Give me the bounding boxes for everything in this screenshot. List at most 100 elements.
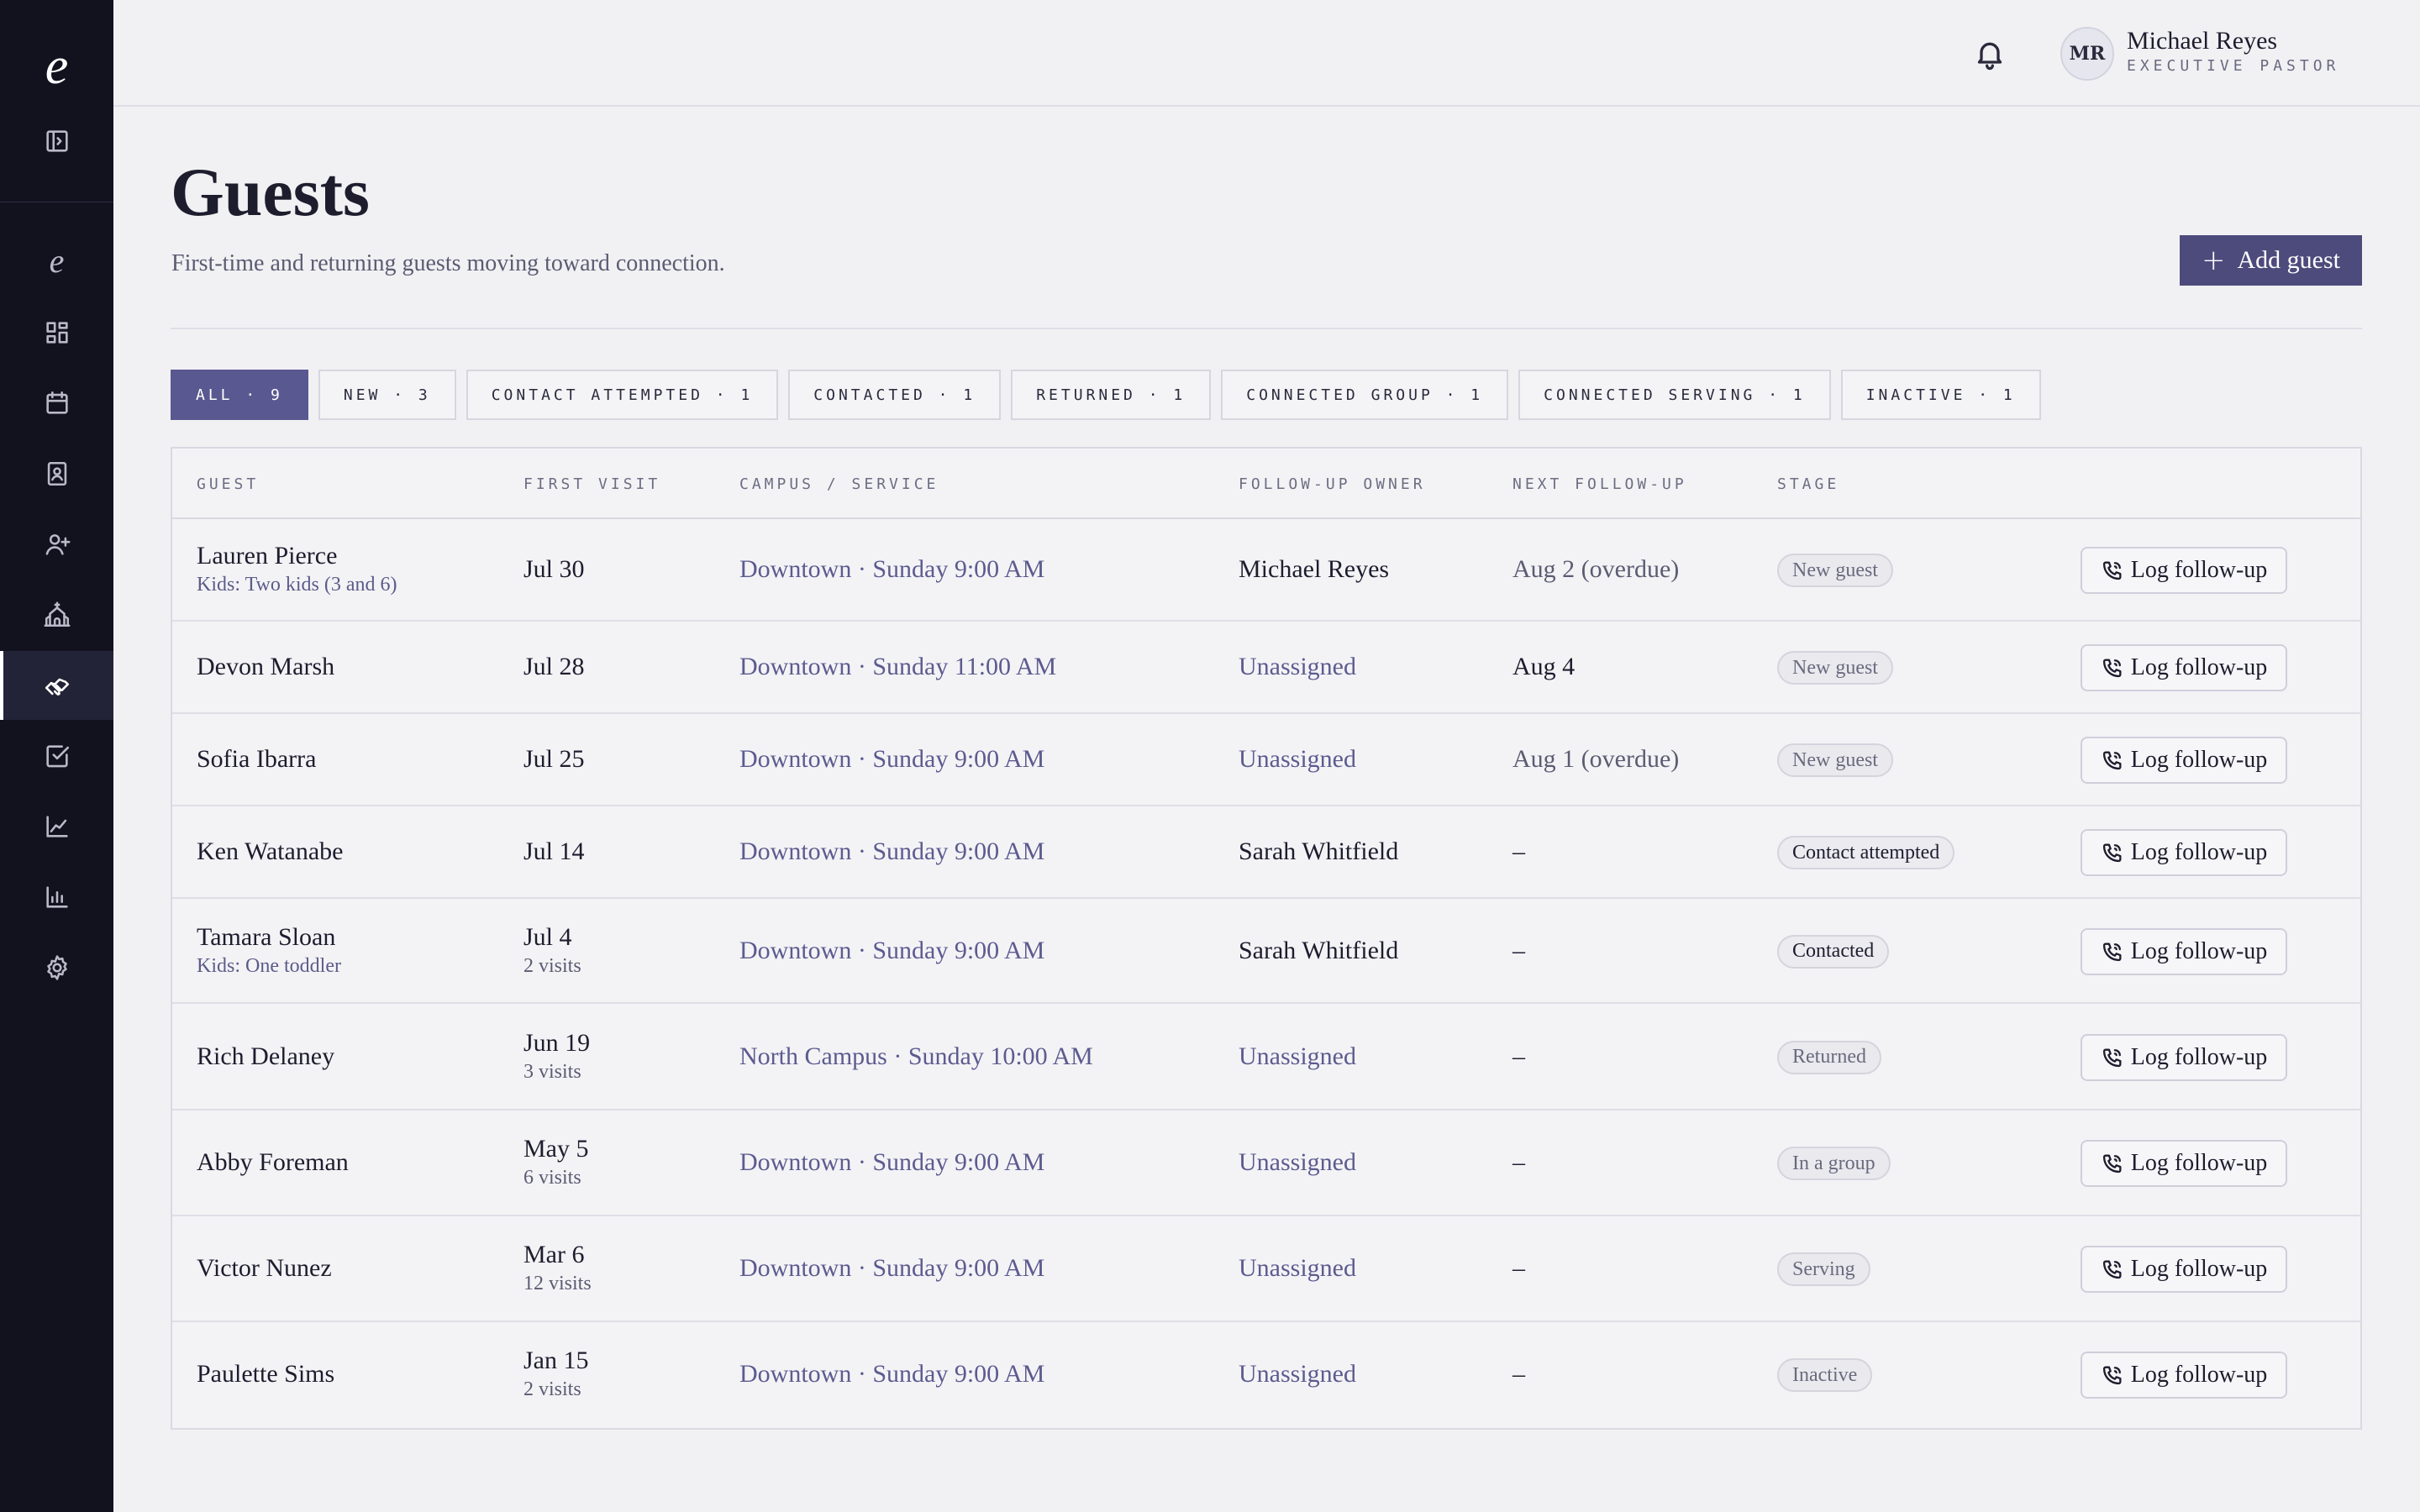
phone-icon (2101, 656, 2124, 680)
log-follow-up-button[interactable]: Log follow-up (2081, 737, 2287, 784)
log-follow-up-button[interactable]: Log follow-up (2081, 927, 2287, 975)
phone-icon (2101, 1152, 2124, 1175)
next-follow-up: – (1512, 837, 1525, 865)
guest-name[interactable]: Abby Foreman (197, 1148, 349, 1177)
campus-service: Downtown · Sunday 9:00 AM (739, 1148, 1045, 1176)
filter-chip-all[interactable]: ALL · 9 (171, 370, 308, 420)
stage-badge: Contact attempted (1777, 836, 1955, 869)
table-row[interactable]: Devon Marsh Jul 28 Downtown · Sunday 11:00… (172, 622, 2360, 714)
add-person-icon (45, 534, 70, 555)
sidebar-item-add-person[interactable] (0, 510, 113, 579)
visit-count: 3 visits (523, 1060, 581, 1083)
bell-icon (1977, 42, 2002, 71)
first-visit-date: Jul 4 (523, 922, 572, 951)
table-row[interactable]: Rich Delaney Jun 19 3 visits North Campus ·… (172, 1004, 2360, 1110)
log-follow-up-button[interactable]: Log follow-up (2081, 547, 2287, 594)
phone-icon (2101, 559, 2124, 582)
sidebar-toggle-button[interactable] (0, 121, 113, 161)
phone-icon (2101, 841, 2124, 864)
header-divider (171, 328, 2362, 329)
guest-name[interactable]: Victor Nunez (197, 1254, 332, 1283)
first-visit-date: Jan 15 (523, 1347, 589, 1374)
dashboard-grid-icon (45, 322, 68, 344)
page-subtitle: First-time and returning guests moving t… (171, 250, 725, 276)
table-row[interactable]: Abby Foreman May 5 6 visits Downtown · Sund… (172, 1110, 2360, 1216)
table-row[interactable]: Lauren Pierce Kids: Two kids (3 and 6) Jul… (172, 519, 2360, 622)
sidebar-item-settings[interactable] (0, 933, 113, 1002)
next-follow-up: – (1512, 1042, 1525, 1070)
stage-badge: Contacted (1777, 934, 1890, 969)
next-follow-up: – (1512, 1254, 1525, 1282)
guest-name[interactable]: Sofia Ibarra (197, 745, 316, 774)
next-follow-up: – (1512, 1148, 1525, 1176)
guest-name[interactable]: Paulette Sims (197, 1360, 334, 1389)
column-header-campus[interactable]: CAMPUS / SERVICE (739, 475, 939, 493)
sidebar-item-trends[interactable] (0, 792, 113, 861)
page-title: Guests (171, 154, 370, 230)
follow-up-owner: Unassigned (1239, 1360, 1356, 1388)
guest-name[interactable]: Ken Watanabe (197, 837, 343, 866)
campus-service: Downtown · Sunday 9:00 AM (739, 555, 1045, 583)
user-role: EXECUTIVE PASTOR (2127, 57, 2340, 75)
avatar[interactable]: MR (2060, 27, 2114, 81)
sidebar-item-guests[interactable] (0, 651, 113, 720)
next-follow-up: Aug 1 (overdue) (1512, 745, 1680, 773)
stage-badge: Serving (1777, 1252, 1870, 1286)
notifications-button[interactable] (1973, 37, 2007, 71)
sidebar-item-dashboard[interactable] (0, 298, 113, 367)
bar-chart-icon (45, 886, 68, 908)
campus-service: Downtown · Sunday 9:00 AM (739, 837, 1045, 865)
guest-name[interactable]: Tamara Sloan (197, 923, 335, 952)
guest-kids-note: Kids: Two kids (3 and 6) (197, 574, 397, 596)
column-header-owner[interactable]: FOLLOW-UP OWNER (1239, 475, 1426, 493)
filter-chip-inactive[interactable]: INACTIVE · 1 (1840, 370, 2041, 420)
log-follow-up-button[interactable]: Log follow-up (2081, 1352, 2287, 1399)
filter-chip-new[interactable]: NEW · 3 (318, 370, 456, 420)
visit-count: 6 visits (523, 1167, 581, 1189)
filter-chip-contact-attempted[interactable]: CONTACT ATTEMPTED · 1 (466, 370, 779, 420)
follow-up-owner: Unassigned (1239, 1254, 1356, 1282)
add-guest-button[interactable]: + Add guest (2180, 235, 2362, 286)
visit-count: 2 visits (523, 954, 581, 977)
sidebar-item-home[interactable]: e (0, 227, 113, 296)
phone-icon (2101, 940, 2124, 963)
sidebar-item-church[interactable] (0, 580, 113, 649)
log-follow-up-button[interactable]: Log follow-up (2081, 1246, 2287, 1293)
campus-service: Downtown · Sunday 9:00 AM (739, 745, 1045, 773)
sidebar-item-reports[interactable] (0, 863, 113, 932)
table-row[interactable]: Ken Watanabe Jul 14 Downtown · Sunday 9:00… (172, 806, 2360, 899)
user-name[interactable]: Michael Reyes (2127, 27, 2277, 55)
table-row[interactable]: Paulette Sims Jan 15 2 visits Downtown · Su… (172, 1322, 2360, 1428)
table-row[interactable]: Sofia Ibarra Jul 25 Downtown · Sunday 9:00… (172, 714, 2360, 806)
table-row[interactable]: Tamara Sloan Kids: One toddler Jul 4 2 visi… (172, 899, 2360, 1004)
guest-name[interactable]: Lauren Pierce (197, 542, 337, 570)
column-header-guest[interactable]: GUEST (197, 475, 259, 493)
log-follow-up-button[interactable]: Log follow-up (2081, 1140, 2287, 1187)
first-visit-date: Jul 30 (523, 555, 585, 583)
column-header-stage[interactable]: STAGE (1777, 475, 1839, 493)
phone-icon (2101, 1257, 2124, 1281)
sidebar-item-calendar[interactable] (0, 369, 113, 438)
filter-chip-contacted[interactable]: CONTACTED · 1 (788, 370, 1002, 420)
table-row[interactable]: Victor Nunez Mar 6 12 visits Downtown · Sun… (172, 1216, 2360, 1322)
guests-table: GUEST FIRST VISIT CAMPUS / SERVICE FOLLO… (171, 447, 2362, 1430)
guest-kids-note: Kids: One toddler (197, 954, 341, 977)
sidebar-item-tasks[interactable] (0, 722, 113, 790)
guest-name[interactable]: Devon Marsh (197, 653, 334, 681)
column-header-first-visit[interactable]: FIRST VISIT (523, 475, 660, 493)
follow-up-owner: Unassigned (1239, 1042, 1356, 1070)
column-header-next-follow-up[interactable]: NEXT FOLLOW-UP (1512, 475, 1687, 493)
app-logo[interactable]: e (0, 37, 113, 96)
campus-service: Downtown · Sunday 11:00 AM (739, 653, 1057, 680)
log-follow-up-button[interactable]: Log follow-up (2081, 829, 2287, 876)
filter-chip-connected-group[interactable]: CONNECTED GROUP · 1 (1221, 370, 1509, 420)
sidebar-item-directory[interactable] (0, 439, 113, 508)
stage-badge: Inactive (1777, 1358, 1873, 1392)
filter-chip-returned[interactable]: RETURNED · 1 (1011, 370, 1212, 420)
log-follow-up-button[interactable]: Log follow-up (2081, 1033, 2287, 1081)
first-visit-date: Mar 6 (523, 1241, 585, 1268)
log-follow-up-button[interactable]: Log follow-up (2081, 644, 2287, 691)
filter-chip-connected-serving[interactable]: CONNECTED SERVING · 1 (1518, 370, 1831, 420)
log-follow-up-label: Log follow-up (2130, 1043, 2268, 1070)
guest-name[interactable]: Rich Delaney (197, 1042, 334, 1071)
